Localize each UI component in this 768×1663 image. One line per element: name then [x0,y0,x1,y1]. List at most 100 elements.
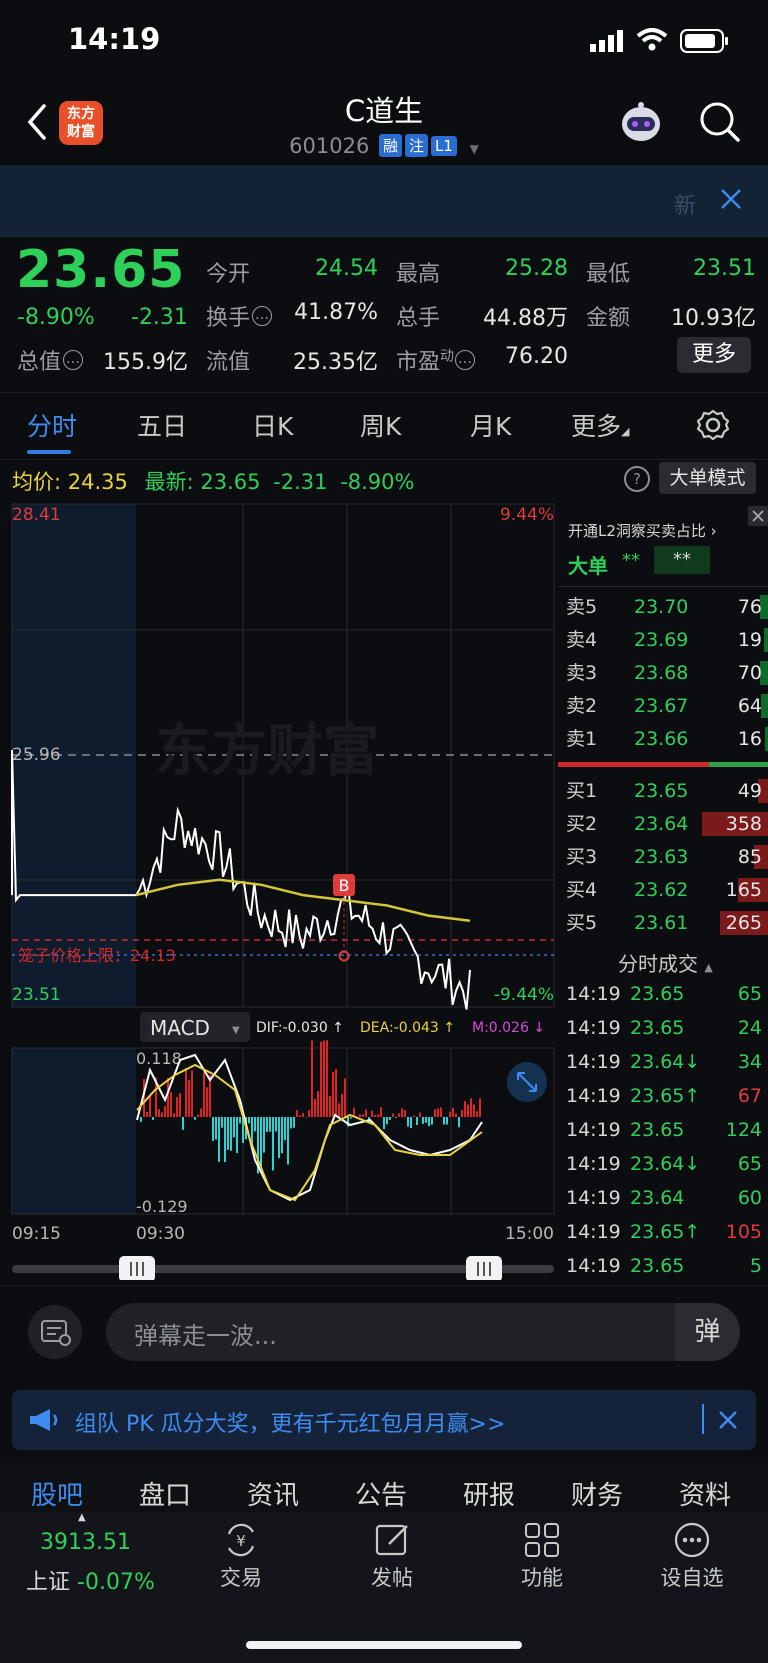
macd-bar [293,1117,295,1128]
banner[interactable] [0,165,768,237]
high-label: 最高 [396,262,441,287]
macd-bar [380,1107,382,1117]
nav-trade[interactable]: 交易 [191,1562,291,1592]
info-icon[interactable]: … [63,350,84,370]
macd-bar [407,1117,409,1127]
big-order-value-1: ** [622,550,640,571]
pct-max-label: 9.44% [500,505,554,525]
tab-active-indicator [27,450,71,454]
tab-pankou[interactable]: 盘口 [139,1475,191,1512]
macd-bar [218,1117,220,1162]
tab-more[interactable]: 更多◢ [571,407,629,443]
macd-bar [278,1117,280,1159]
tab-monthly-k[interactable]: 月K [470,407,511,443]
macd-bar [203,1072,205,1117]
macd-bar [254,1117,256,1132]
tab-weekly-k[interactable]: 周K [360,407,401,443]
bid-row[interactable]: 买3 23.63 85 [558,842,768,872]
turnover-value: 41.87% [294,300,378,325]
nav-add-watchlist[interactable]: 设自选 [642,1562,742,1592]
macd-bar [170,1091,172,1117]
macd-bar [344,1078,346,1117]
macd-bar [470,1098,472,1117]
gear-icon[interactable] [696,409,730,445]
amount-value: 10.93亿 [671,306,756,331]
index-value[interactable]: ▲ 3913.51 [40,1512,131,1555]
ask-row[interactable]: 卖4 23.69 19 [558,625,768,655]
ask-row[interactable]: 卖2 23.67 64 [558,691,768,721]
tab-announcements[interactable]: 公告 [355,1475,407,1512]
macd-bar [332,1072,334,1117]
macd-bar [479,1098,481,1117]
nav-functions[interactable]: 功能 [492,1562,592,1592]
bid-row[interactable]: 买4 23.62 165 [558,875,768,905]
big-order-mode-button[interactable]: 大单模式 [659,462,756,494]
avg-line [135,878,471,923]
macd-bar [455,1113,457,1117]
last-pct: -8.90% [340,470,415,494]
macd-bar [410,1117,412,1129]
close-icon[interactable] [718,1410,738,1434]
macd-bar [149,1095,151,1117]
chart-tabs: 分时 五日 日K 周K 月K 更多◢ [0,392,768,460]
danmaku-toggle-button[interactable]: 弹 [675,1303,740,1361]
close-icon[interactable] [720,188,742,214]
macd-bar [140,1117,142,1122]
macd-bar [425,1117,427,1123]
turnover-label: 换手… [206,300,273,332]
ask-row[interactable]: 卖5 23.70 76 [558,592,768,622]
y-min-label: 23.51 [12,985,61,1005]
tab-profile[interactable]: 资料 [679,1475,731,1512]
promo-text[interactable]: 组队 PK 瓜分大奖，更有千元红包月月赢>> [75,1406,506,1438]
volume-value: 44.88万 [483,306,568,331]
macd-label[interactable]: MACD [150,1016,210,1040]
macd-bar [341,1093,343,1117]
ask-row[interactable]: 卖1 23.66 16 [558,724,768,754]
search-icon[interactable] [698,100,742,148]
status-time: 14:19 [68,22,161,56]
trade-icon[interactable]: ¥ [221,1520,261,1564]
macd-bar [338,1103,340,1117]
macd-min-label: -0.129 [136,1197,188,1216]
bid-row[interactable]: 买2 23.64 358 [558,809,768,839]
tab-research[interactable]: 研报 [463,1475,515,1512]
danmaku-placeholder: 弹幕走一波... [134,1322,277,1350]
l2-prompt[interactable]: 开通L2洞察买卖占比 › [568,520,717,541]
tab-guba[interactable]: 股吧 [31,1475,83,1512]
tab-daily-k[interactable]: 日K [252,407,293,443]
macd-bar [428,1117,430,1127]
tab-finance[interactable]: 财务 [571,1475,623,1512]
grid-icon[interactable] [522,1520,562,1564]
svg-text:¥: ¥ [236,1532,246,1550]
danmaku-settings-icon[interactable] [28,1305,82,1359]
ask-row[interactable]: 卖3 23.68 70 [558,658,768,688]
tick-row: 14:19 23.64 60 [566,1187,762,1209]
help-icon[interactable]: ? [624,466,650,492]
ticks-title[interactable]: 分时成交 ▲ [618,948,713,977]
tab-intraday[interactable]: 分时 [27,407,77,443]
mktcap-label: 总值… [17,344,84,376]
more-button[interactable]: 更多 [677,337,751,373]
macd-bar [275,1117,277,1132]
nav-post[interactable]: 发帖 [342,1562,442,1592]
edit-icon[interactable] [373,1520,413,1564]
bid-row[interactable]: 买1 23.65 49 [558,776,768,806]
macd-bar [248,1117,250,1124]
bid-row[interactable]: 买5 23.61 265 [558,908,768,938]
index-info[interactable]: 上证 -0.07% [26,1564,155,1596]
macd-bar [437,1108,439,1117]
macd-bar [308,1110,310,1117]
macd-bar [230,1117,232,1151]
tab-news[interactable]: 资讯 [247,1475,299,1512]
tab-five-day[interactable]: 五日 [137,407,187,443]
close-icon[interactable] [748,506,768,526]
robot-assistant-icon[interactable] [618,100,664,150]
buy-marker-label: B [339,876,350,895]
macd-bar [206,1087,208,1117]
macd-bar [458,1117,460,1128]
more-circle-icon[interactable] [672,1520,712,1564]
high-value: 25.28 [505,256,568,281]
intraday-info: 均价: 24.35 最新: 23.65 -2.31 -8.90% [12,466,414,496]
intraday-chart[interactable]: 东方财富 B 28.41 25.96 23.51 9.44% -9.44% 笼子… [0,500,558,1280]
macd-bar [173,1113,175,1117]
